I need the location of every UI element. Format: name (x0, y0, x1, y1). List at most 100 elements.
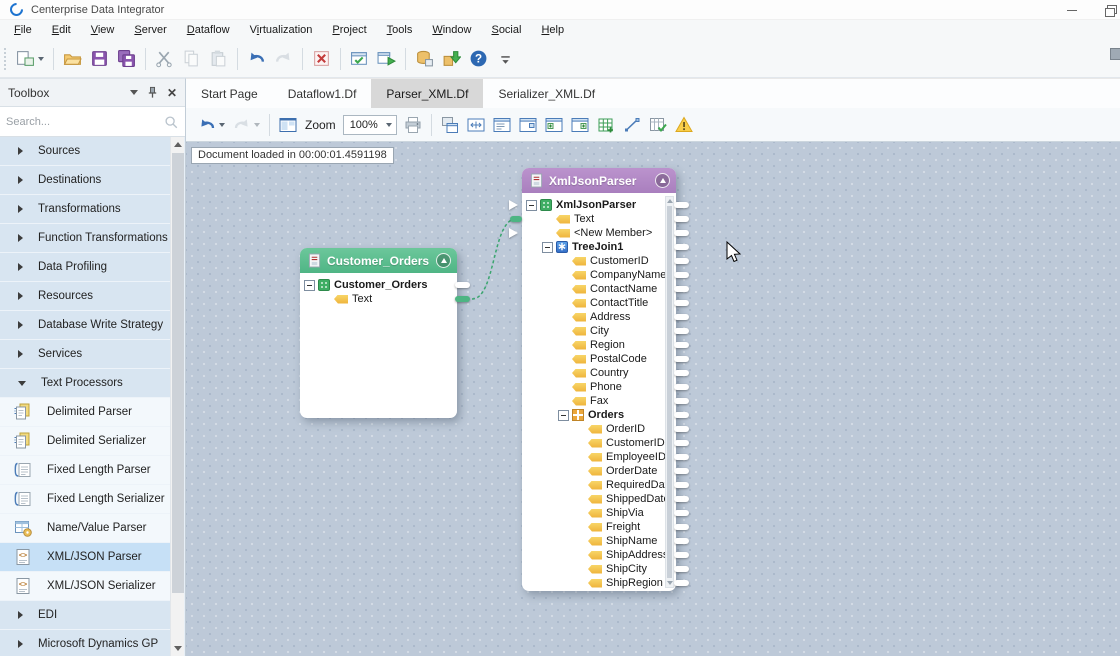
tab-parser-xml-df[interactable]: Parser_XML.Df (371, 79, 483, 108)
tree-row-xmljsonparser[interactable]: XmlJsonParser (522, 198, 676, 212)
tree-row-orderid[interactable]: OrderID (522, 422, 676, 436)
delete-button[interactable] (309, 46, 334, 71)
save-button[interactable] (87, 46, 112, 71)
output-port[interactable] (674, 398, 689, 404)
menu-social[interactable]: Social (481, 22, 531, 38)
fit-horizontal-button[interactable] (464, 113, 488, 137)
tree-row-employeeid[interactable]: EmployeeID (522, 450, 676, 464)
output-port[interactable] (674, 300, 689, 306)
cut-button[interactable] (152, 46, 177, 71)
node-scrollbar[interactable] (665, 196, 674, 588)
deploy-button[interactable] (439, 46, 464, 71)
tree-row-shipcity[interactable]: ShipCity (522, 562, 676, 576)
output-port[interactable] (674, 580, 689, 586)
toolbox-category-destinations[interactable]: Destinations (0, 166, 170, 195)
scrollbar-thumb[interactable] (172, 153, 184, 593)
output-port[interactable] (674, 440, 689, 446)
zoom-fit-button[interactable] (276, 113, 300, 137)
tree-expander-icon[interactable] (526, 200, 537, 211)
output-port[interactable] (674, 482, 689, 488)
save-all-button[interactable] (114, 46, 139, 71)
toolbox-item-name-value-parser[interactable]: Name/Value Parser (0, 514, 170, 543)
output-port[interactable] (674, 538, 689, 544)
tree-row-address[interactable]: Address (522, 310, 676, 324)
output-port[interactable] (674, 314, 689, 320)
preview-data-button[interactable] (646, 113, 670, 137)
output-port[interactable] (674, 566, 689, 572)
menu-window[interactable]: Window (422, 22, 481, 38)
output-port[interactable] (674, 426, 689, 432)
tree-expander-icon[interactable] (558, 410, 569, 421)
add-table-button[interactable] (594, 113, 618, 137)
node-customer-orders[interactable]: Customer_OrdersCustomer_OrdersText (300, 248, 457, 418)
output-port[interactable] (674, 244, 689, 250)
scroll-up-icon[interactable] (171, 137, 185, 152)
tree-row-fax[interactable]: Fax (522, 394, 676, 408)
close-panel-icon[interactable]: ✕ (167, 87, 177, 99)
redo-button[interactable] (230, 113, 263, 137)
toolbox-item-xml-json-serializer[interactable]: XML/JSON Serializer (0, 572, 170, 601)
tree-row-text[interactable]: Text (522, 212, 676, 226)
tree-row-postalcode[interactable]: PostalCode (522, 352, 676, 366)
run-dataflow-button[interactable] (374, 46, 399, 71)
toolbox-category-data-profiling[interactable]: Data Profiling (0, 253, 170, 282)
output-port[interactable] (674, 342, 689, 348)
output-port[interactable] (674, 258, 689, 264)
tree-row-orderdate[interactable]: OrderDate (522, 464, 676, 478)
menu-file[interactable]: File (4, 22, 42, 38)
menu-view[interactable]: View (81, 22, 125, 38)
toolbox-category-services[interactable]: Services (0, 340, 170, 369)
zoom-select[interactable]: 100% (343, 115, 397, 135)
print-button[interactable] (401, 113, 425, 137)
tree-row-customerid[interactable]: CustomerID (522, 254, 676, 268)
output-port[interactable] (674, 286, 689, 292)
menu-server[interactable]: Server (124, 22, 176, 38)
tab-start-page[interactable]: Start Page (186, 79, 273, 108)
tree-row-contacttitle[interactable]: ContactTitle (522, 296, 676, 310)
output-port[interactable] (674, 524, 689, 530)
toolbox-item-fixed-length-parser[interactable]: Fixed Length Parser (0, 456, 170, 485)
pin-icon[interactable] (146, 86, 159, 99)
toolbox-category-database-write-strategy[interactable]: Database Write Strategy (0, 311, 170, 340)
output-port[interactable] (674, 510, 689, 516)
tree-row-city[interactable]: City (522, 324, 676, 338)
tree-row-treejoin1[interactable]: ∗TreeJoin1 (522, 240, 676, 254)
warnings-button[interactable] (672, 113, 696, 137)
output-port[interactable] (674, 216, 689, 222)
auto-layout-button[interactable] (438, 113, 462, 137)
tree-row-orders[interactable]: Orders (522, 408, 676, 422)
node-xmljsonparser[interactable]: XmlJsonParserXmlJsonParserText<New Membe… (522, 168, 676, 591)
minimize-button[interactable] (1066, 4, 1078, 16)
toolbox-category-microsoft-dynamics-gp[interactable]: Microsoft Dynamics GP (0, 630, 170, 656)
tree-row-shipregion[interactable]: ShipRegion (522, 576, 676, 590)
toolbox-category-edi[interactable]: EDI (0, 601, 170, 630)
output-port[interactable] (674, 412, 689, 418)
output-port[interactable] (674, 370, 689, 376)
toolbox-item-delimited-parser[interactable]: Delimited Parser (0, 398, 170, 427)
new-button[interactable] (13, 46, 47, 71)
panel-view-button[interactable] (516, 113, 540, 137)
copy-button[interactable] (179, 46, 204, 71)
menu-virtualization[interactable]: Virtualization (240, 22, 323, 38)
scroll-down-icon[interactable] (171, 641, 185, 656)
tab-dataflow1-df[interactable]: Dataflow1.Df (273, 79, 372, 108)
database-job-button[interactable] (412, 46, 437, 71)
paste-button[interactable] (206, 46, 231, 71)
menu-project[interactable]: Project (322, 22, 376, 38)
tree-expander-icon[interactable] (304, 280, 315, 291)
output-port[interactable] (674, 230, 689, 236)
verify-dataflow-button[interactable] (347, 46, 372, 71)
toolbox-item-xml-json-parser[interactable]: XML/JSON Parser (0, 543, 170, 572)
output-port[interactable] (674, 454, 689, 460)
output-port[interactable] (455, 296, 470, 302)
output-port[interactable] (674, 468, 689, 474)
tree-row-shipaddress[interactable]: ShipAddress (522, 548, 676, 562)
toolbox-category-resources[interactable]: Resources (0, 282, 170, 311)
tree-row-text[interactable]: Text (300, 292, 457, 306)
output-port[interactable] (674, 384, 689, 390)
help-button[interactable] (466, 46, 491, 71)
toolbox-scrollbar[interactable] (170, 137, 184, 656)
menu-tools[interactable]: Tools (377, 22, 423, 38)
restore-button[interactable] (1104, 4, 1116, 16)
search-input[interactable] (6, 116, 163, 128)
